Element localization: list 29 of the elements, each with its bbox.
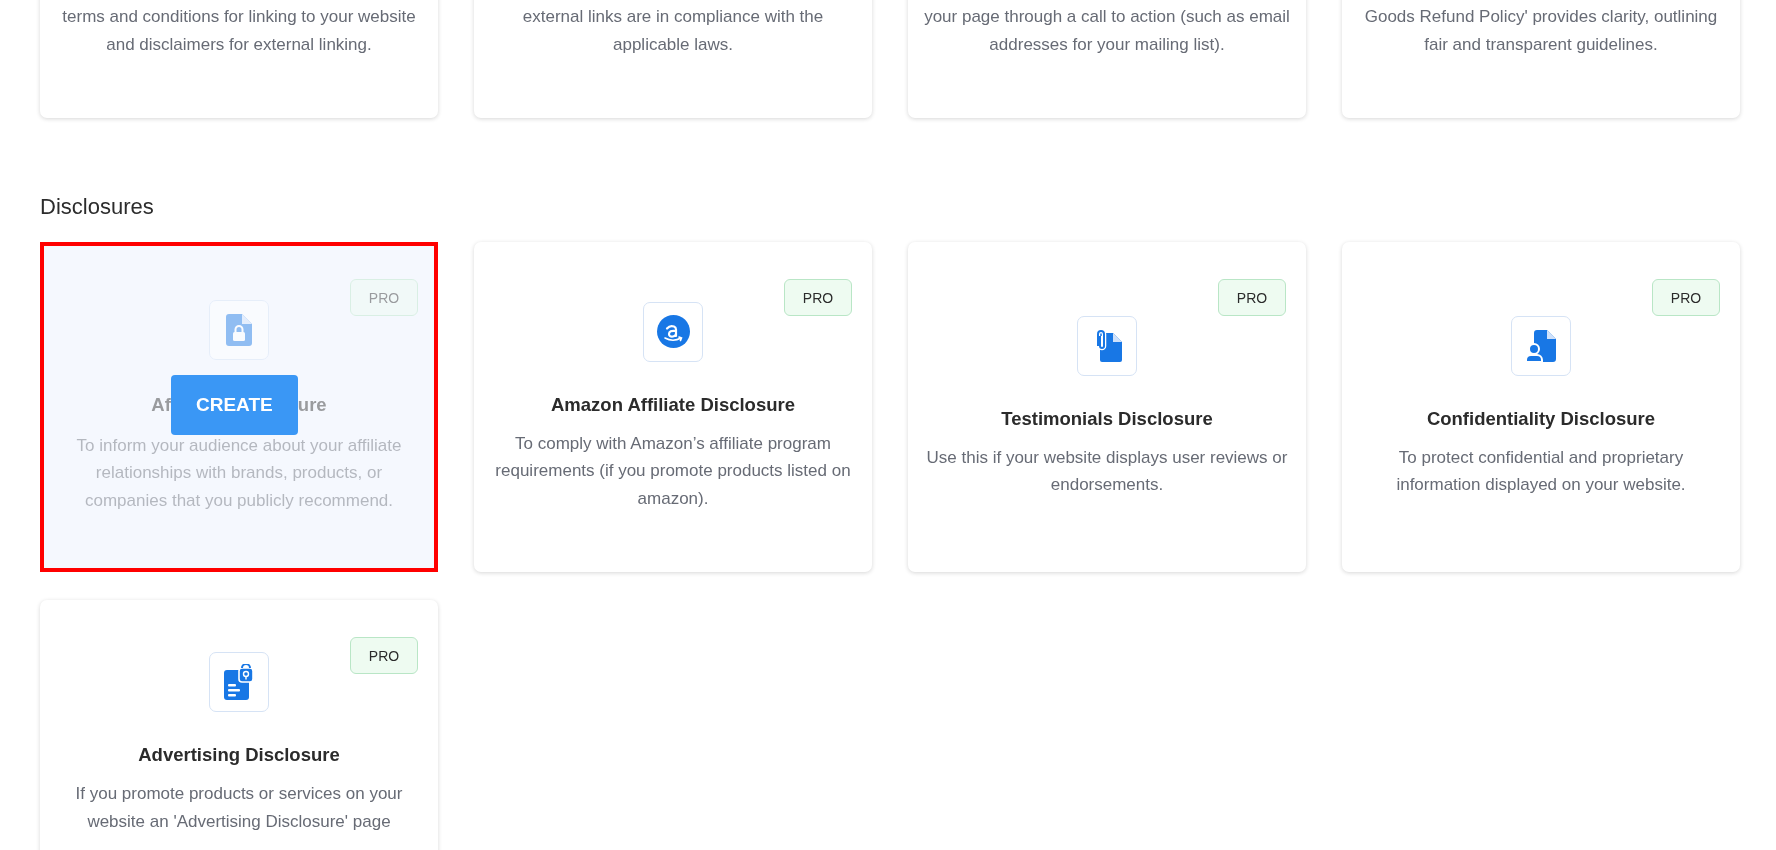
card-title: ure: [297, 393, 327, 416]
card-title: Amazon Affiliate Disclosure: [551, 393, 795, 416]
card-description: Goods Refund Policy' provides clarity, outlining fair and transparent guidelines.: [1363, 6, 1719, 56]
pro-badge: PRO: [350, 279, 418, 316]
smile-arrow-circle-icon: [656, 315, 690, 349]
pro-badge: PRO: [1652, 279, 1720, 316]
card-description: To protect confidential and proprietary information displayed on your website.: [1395, 446, 1687, 496]
card[interactable]: PRO Testimonials Disclosure Use this if your website displays user reviews or endorsements.: [908, 242, 1306, 572]
card-description: If you promote products or services on your website an 'Advertising Disclosure' page: [74, 783, 404, 833]
pro-badge: PRO: [784, 279, 852, 316]
card-title: Confidentiality Disclosure: [1426, 407, 1656, 430]
document-lock-icon: [226, 313, 252, 346]
card-description: To comply with Amazon’s affiliate program requirements (if you promote products listed on amazon).: [494, 432, 852, 510]
card-description: Use this if your website displays user reviews or endorsements.: [925, 446, 1289, 496]
card-title: Advertising Disclosure: [138, 744, 340, 766]
section-heading: Disclosures: [40, 194, 155, 220]
card[interactable]: PRO Amazon Affiliate Disclosure To comply with Amazon’s affiliate program requirements (if you promote products listed on amazon).: [474, 242, 872, 572]
person-document-icon: [1526, 329, 1556, 362]
card-title: Af: [151, 393, 171, 416]
document-badge-icon: [224, 664, 254, 700]
pro-badge: PRO: [350, 637, 418, 674]
card[interactable]: PRO Confidentiality Disclosure To protect confidential and proprietary information displayed on your website.: [1342, 242, 1740, 572]
card-description: your page through a call to action (such as email addresses for your mailing list).: [924, 6, 1290, 56]
pro-badge: PRO: [1218, 279, 1286, 316]
card-title: Testimonials Disclosure: [1001, 407, 1213, 430]
card[interactable]: PRO Advertising Disclosure If you promote products or services on your website an 'Advertising Disclosure' page: [40, 600, 438, 850]
card-description: terms and conditions for linking to your website and disclaimers for external linking.: [61, 6, 417, 56]
card-description: external links are in compliance with the applicable laws.: [521, 6, 825, 56]
card-description: To inform your audience about your affiliate relationships with brands, products, or companies that you publicly recommend.: [75, 434, 403, 512]
